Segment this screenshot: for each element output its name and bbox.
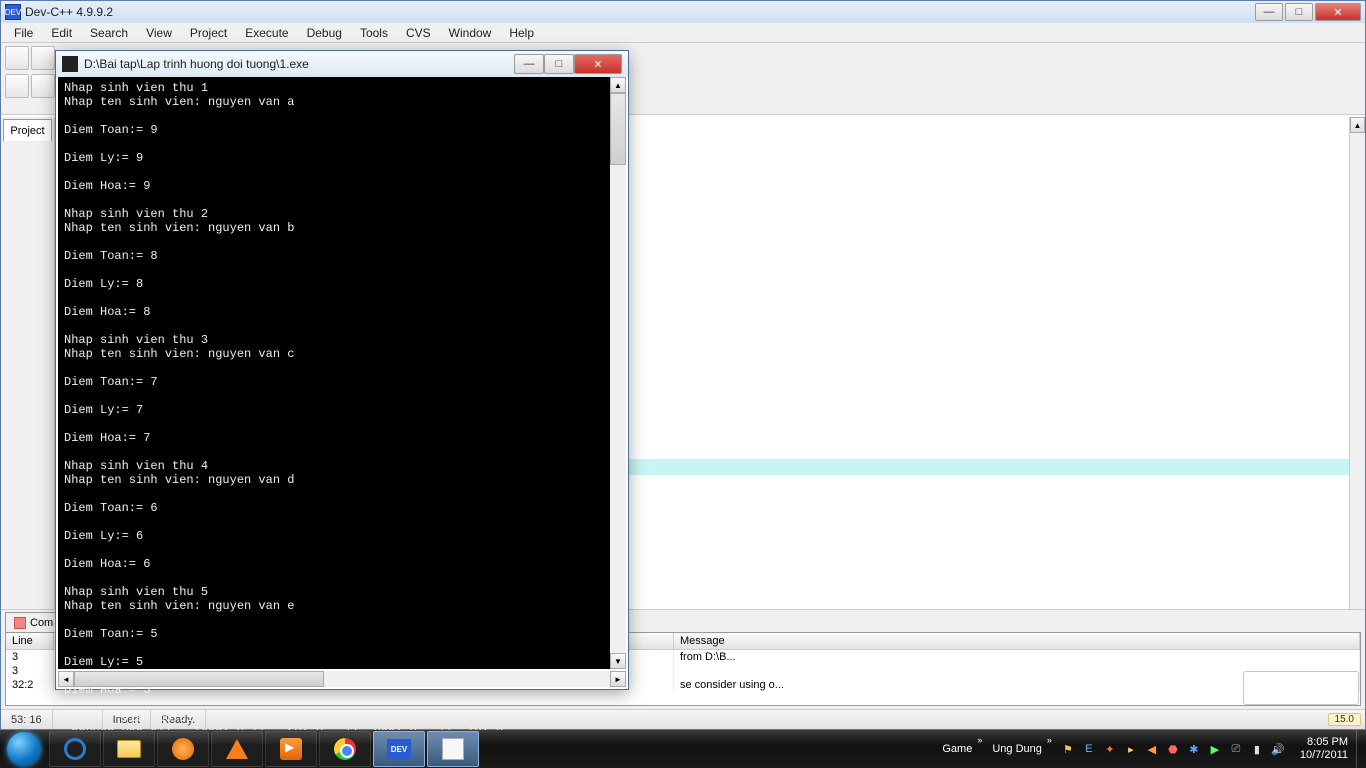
scroll-up-icon[interactable]: ▲ (1350, 117, 1365, 133)
taskbar-toolbar-label[interactable]: Ung Dung (986, 741, 1048, 757)
taskbar-explorer[interactable] (103, 731, 155, 767)
chrome-icon (334, 738, 356, 760)
scroll-thumb[interactable] (610, 93, 626, 165)
tray-icon[interactable]: ✦ (1102, 741, 1118, 757)
scroll-right-icon[interactable]: ► (610, 671, 626, 687)
clock-date: 10/7/2011 (1300, 749, 1348, 762)
tray-battery-icon[interactable]: ▮ (1249, 741, 1265, 757)
compiler-tab[interactable]: Com (5, 612, 62, 632)
menu-edit[interactable]: Edit (42, 24, 81, 42)
taskbar-ie[interactable] (49, 731, 101, 767)
firefox-icon (172, 738, 194, 760)
console-task-icon (442, 738, 464, 760)
status-version: 15.0 (1328, 713, 1361, 726)
menu-execute[interactable]: Execute (236, 24, 297, 42)
project-tab[interactable]: Project (3, 119, 52, 141)
system-tray[interactable]: ⚑ E ✦ ▸ ◀ ⬣ ✱ ▶ ⎚ ▮ 🔊 (1054, 741, 1292, 757)
header-message[interactable]: Message (674, 633, 1360, 649)
taskbar-firefox[interactable] (157, 731, 209, 767)
resource-gauge[interactable] (1243, 671, 1359, 705)
close-button[interactable]: ✕ (1315, 3, 1361, 21)
console-window[interactable]: D:\Bai tap\Lap trinh huong doi tuong\1.e… (55, 50, 629, 690)
scroll-up-icon[interactable]: ▲ (610, 77, 626, 93)
menu-debug[interactable]: Debug (298, 24, 351, 42)
console-output[interactable]: Nhap sinh vien thu 1 Nhap ten sinh vien:… (58, 77, 626, 669)
taskbar-vlc[interactable] (211, 731, 263, 767)
taskbar-console[interactable] (427, 731, 479, 767)
vlc-icon (226, 739, 248, 759)
app-icon: DEV (5, 4, 21, 20)
windows-orb-icon (7, 732, 41, 766)
menu-project[interactable]: Project (181, 24, 236, 42)
compiler-tab-icon (14, 617, 26, 629)
header-line[interactable]: Line (6, 633, 54, 649)
tray-icon[interactable]: ▶ (1207, 741, 1223, 757)
tray-volume-icon[interactable]: 🔊 (1270, 741, 1286, 757)
toolbar-button[interactable] (31, 74, 55, 98)
taskbar: DEV Game Ung Dung ⚑ E ✦ ▸ ◀ ⬣ ✱ ▶ ⎚ ▮ 🔊 … (0, 730, 1366, 768)
menubar: File Edit Search View Project Execute De… (1, 23, 1365, 43)
toolbar-button[interactable] (31, 46, 55, 70)
scroll-down-icon[interactable]: ▼ (610, 653, 626, 669)
console-maximize-button[interactable]: □ (544, 54, 574, 74)
console-title: D:\Bai tap\Lap trinh huong doi tuong\1.e… (84, 57, 309, 71)
wmp-icon (280, 738, 302, 760)
taskbar-clock[interactable]: 8:05 PM 10/7/2011 (1292, 736, 1356, 762)
compiler-tab-label: Com (30, 617, 53, 629)
menu-cvs[interactable]: CVS (397, 24, 440, 42)
tray-bluetooth-icon[interactable]: ✱ (1186, 741, 1202, 757)
menu-view[interactable]: View (137, 24, 181, 42)
scroll-thumb[interactable] (74, 671, 324, 687)
minimize-button[interactable]: — (1255, 3, 1283, 21)
menu-file[interactable]: File (5, 24, 42, 42)
console-minimize-button[interactable]: — (514, 54, 544, 74)
console-icon (62, 56, 78, 72)
tray-icon[interactable]: ⚑ (1060, 741, 1076, 757)
console-hscrollbar[interactable]: ◄ ► (58, 671, 626, 687)
tray-icon[interactable]: E (1081, 741, 1097, 757)
menu-window[interactable]: Window (440, 24, 501, 42)
tray-icon[interactable]: ⬣ (1165, 741, 1181, 757)
start-button[interactable] (0, 730, 48, 768)
folder-icon (117, 740, 141, 758)
tray-icon[interactable]: ▸ (1123, 741, 1139, 757)
menu-help[interactable]: Help (500, 24, 543, 42)
toolbar-button[interactable] (5, 46, 29, 70)
console-titlebar[interactable]: D:\Bai tap\Lap trinh huong doi tuong\1.e… (56, 51, 628, 77)
tray-icon[interactable]: ⎚ (1228, 741, 1244, 757)
menu-search[interactable]: Search (81, 24, 137, 42)
maximize-button[interactable]: □ (1285, 3, 1313, 21)
console-close-button[interactable]: ✕ (574, 54, 622, 74)
devcpp-icon: DEV (387, 739, 411, 759)
console-vscrollbar[interactable]: ▲ ▼ (610, 77, 626, 669)
status-position: 53: 16 (1, 710, 53, 729)
taskbar-devcpp[interactable]: DEV (373, 731, 425, 767)
ide-title: Dev-C++ 4.9.9.2 (25, 5, 113, 19)
show-desktop-button[interactable] (1356, 730, 1366, 768)
clock-time: 8:05 PM (1300, 736, 1348, 749)
taskbar-wmp[interactable] (265, 731, 317, 767)
toolbar-button[interactable] (5, 74, 29, 98)
taskbar-toolbar-label[interactable]: Game (936, 741, 978, 757)
ide-titlebar[interactable]: DEV Dev-C++ 4.9.9.2 — □ ✕ (1, 1, 1365, 23)
scroll-left-icon[interactable]: ◄ (58, 671, 74, 687)
ie-icon (64, 738, 86, 760)
taskbar-chrome[interactable] (319, 731, 371, 767)
tray-icon[interactable]: ◀ (1144, 741, 1160, 757)
menu-tools[interactable]: Tools (351, 24, 397, 42)
